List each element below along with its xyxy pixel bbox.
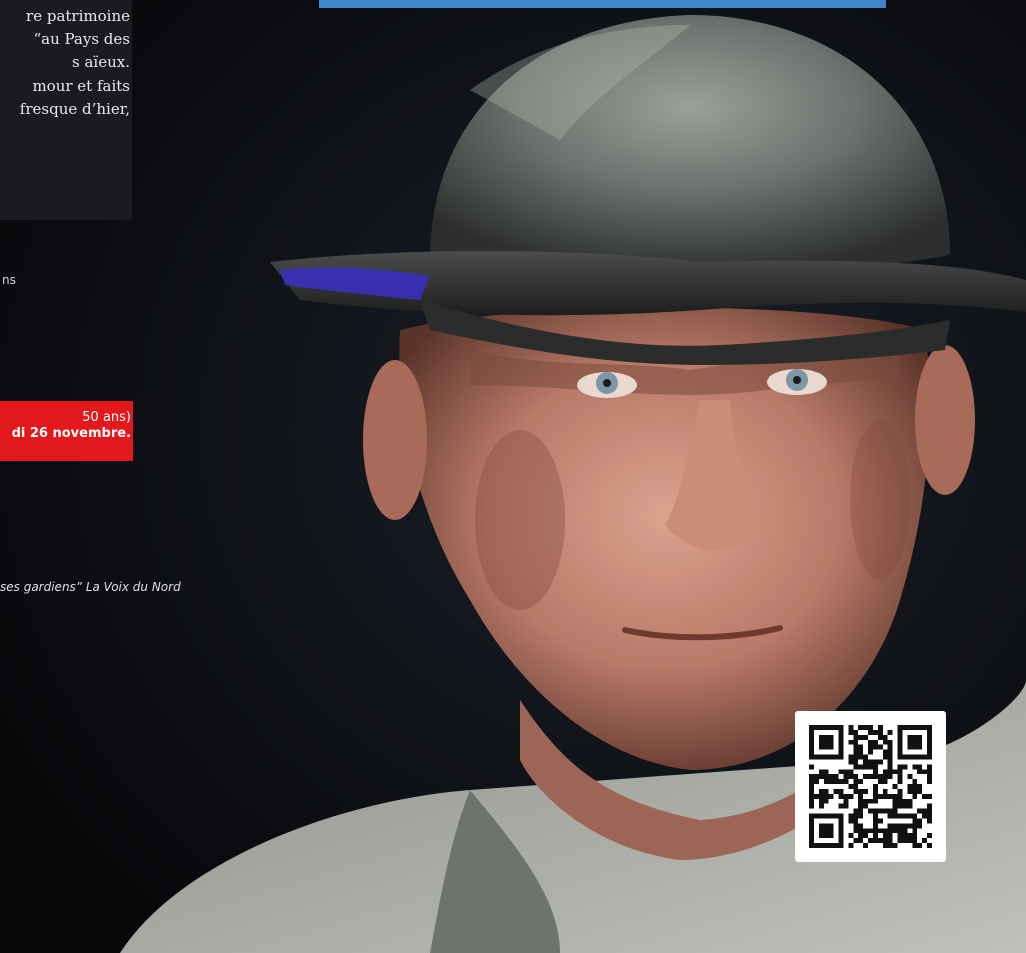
intro-line: mour et faits — [32, 77, 130, 95]
qr-code[interactable] — [795, 711, 946, 862]
intro-line: re patrimoine — [26, 7, 130, 25]
date-notice-band: 50 ans) di 26 novembre. — [0, 401, 133, 461]
intro-line: “au Pays des — [33, 30, 130, 48]
intro-line: fresque d’hier, — [19, 100, 130, 118]
text-fragment: ns — [2, 273, 16, 287]
top-blue-banner — [319, 0, 886, 8]
intro-text-panel: re patrimoine “au Pays des s aïeux. mour… — [0, 0, 132, 220]
press-quote: ses gardiens” La Voix du Nord — [0, 580, 181, 594]
qr-code-icon — [809, 725, 932, 848]
notice-line: 50 ans) — [82, 410, 131, 425]
notice-date: di 26 novembre. — [11, 426, 131, 441]
intro-line: s aïeux. — [72, 53, 130, 71]
